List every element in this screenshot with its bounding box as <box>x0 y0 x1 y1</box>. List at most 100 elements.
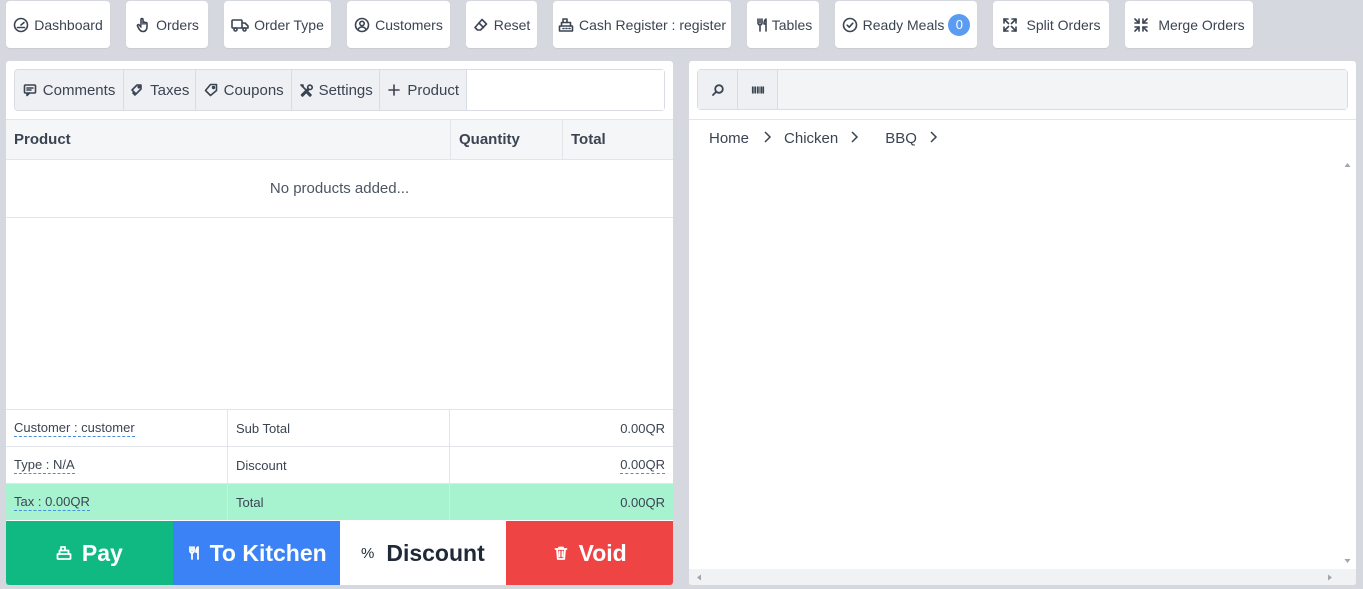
cash-register-label: Cash Register : register <box>578 16 727 33</box>
expand-icon <box>1002 17 1018 33</box>
horizontal-scrollbar[interactable] <box>689 569 1356 585</box>
breadcrumb-chicken[interactable]: Chicken <box>784 130 885 147</box>
to-kitchen-label: To Kitchen <box>209 539 327 566</box>
discount-value[interactable]: 0.00QR <box>620 457 665 474</box>
chevron-right-icon <box>763 130 772 147</box>
check-circle-icon <box>842 17 858 33</box>
catalog-search-input[interactable] <box>778 70 1347 109</box>
tools-icon <box>299 84 313 97</box>
column-total: Total <box>571 131 606 148</box>
breadcrumb: Home Chicken BBQ <box>709 130 938 147</box>
ready-meals-count-badge: 0 <box>948 13 971 36</box>
reset-button[interactable]: Reset <box>466 1 537 48</box>
comment-icon <box>23 84 37 97</box>
coupons-button[interactable]: Coupons <box>196 70 292 110</box>
percent-icon: % <box>361 544 375 562</box>
orders-label: Orders <box>156 16 199 33</box>
order-type-selector[interactable]: Type : N/A <box>14 457 75 474</box>
split-orders-label: Split Orders <box>1026 16 1101 33</box>
void-button[interactable]: Void <box>506 521 673 585</box>
breadcrumb-label: Home <box>709 130 750 147</box>
tax-selector[interactable]: Tax : 0.00QR <box>14 494 90 511</box>
column-product: Product <box>6 120 451 159</box>
user-circle-icon <box>354 17 370 33</box>
pay-label: Pay <box>81 539 123 566</box>
trash-icon <box>554 546 567 560</box>
cash-register-icon <box>56 546 72 560</box>
cart-table-header: Product Quantity Total <box>6 119 673 160</box>
catalog-search-bar <box>697 69 1348 110</box>
search-button[interactable] <box>698 70 738 109</box>
settings-button[interactable]: Settings <box>291 70 381 110</box>
summary-row-total: Tax : 0.00QR Total 0.00QR <box>6 483 673 520</box>
tags-icon <box>131 84 142 96</box>
merge-orders-label: Merge Orders <box>1158 16 1245 33</box>
eraser-icon <box>473 17 489 33</box>
ready-meals-button[interactable]: Ready Meals 0 <box>835 1 977 48</box>
orders-button[interactable]: Orders <box>126 1 208 48</box>
product-code-input[interactable] <box>467 70 664 110</box>
cart-actions: Pay To Kitchen % Discount Void <box>6 521 673 585</box>
add-product-button[interactable]: Product <box>380 70 467 110</box>
cart-toolbar: Comments Taxes Coupons Settings Product <box>14 69 665 111</box>
chevron-right-icon <box>850 130 859 147</box>
reset-label: Reset <box>493 16 531 33</box>
utensils-icon <box>754 17 770 33</box>
taxes-button[interactable]: Taxes <box>124 70 197 110</box>
comments-label: Comments <box>42 81 116 99</box>
discount-label: Discount <box>228 447 450 483</box>
utensils-icon <box>188 546 199 560</box>
vertical-scrollbar[interactable] <box>1343 159 1352 567</box>
breadcrumb-home[interactable]: Home <box>709 130 784 147</box>
customers-button[interactable]: Customers <box>347 1 450 48</box>
coupons-label: Coupons <box>223 81 284 99</box>
catalog-panel: Home Chicken BBQ <box>689 61 1356 585</box>
tables-label: Tables <box>771 16 813 33</box>
settings-label: Settings <box>318 81 373 99</box>
comments-button[interactable]: Comments <box>15 70 125 110</box>
barcode-icon <box>751 85 764 94</box>
scroll-left-icon[interactable] <box>695 573 703 582</box>
plus-icon <box>388 84 401 96</box>
discount-button[interactable]: % Discount <box>339 521 507 585</box>
scroll-down-icon[interactable] <box>1343 557 1352 565</box>
hand-pointer-icon <box>135 17 151 33</box>
catalog-divider <box>689 119 1356 120</box>
summary-row-subtotal: Customer : customer Sub Total 0.00QR <box>6 409 673 446</box>
product-label: Product <box>407 81 460 99</box>
order-type-label: Order Type <box>254 16 324 33</box>
tables-button[interactable]: Tables <box>747 1 819 48</box>
to-kitchen-button[interactable]: To Kitchen <box>172 521 340 585</box>
subtotal-value: 0.00QR <box>620 420 665 436</box>
ready-meals-label: Ready Meals <box>862 16 945 33</box>
order-type-button[interactable]: Order Type <box>224 1 331 48</box>
subtotal-label: Sub Total <box>228 410 450 446</box>
summary-row-discount: Type : N/A Discount 0.00QR <box>6 446 673 483</box>
discount-button-label: Discount <box>386 539 485 566</box>
cash-register-button[interactable]: Cash Register : register <box>553 1 731 48</box>
breadcrumb-label: Chicken <box>784 130 839 147</box>
truck-icon <box>231 17 249 33</box>
total-label: Total <box>228 484 450 520</box>
search-icon <box>711 83 724 96</box>
split-orders-button[interactable]: Split Orders <box>993 1 1109 48</box>
cart-panel: Comments Taxes Coupons Settings Product … <box>6 61 673 585</box>
pay-button[interactable]: Pay <box>6 521 173 585</box>
breadcrumb-label: BBQ <box>885 130 917 147</box>
barcode-button[interactable] <box>738 70 778 109</box>
dashboard-button[interactable]: Dashboard <box>6 1 110 48</box>
cash-register-icon <box>558 17 574 33</box>
breadcrumb-bbq[interactable]: BBQ <box>885 130 938 147</box>
tag-icon <box>204 83 217 97</box>
scroll-up-icon[interactable] <box>1343 161 1352 169</box>
gauge-icon <box>13 17 29 33</box>
taxes-label: Taxes <box>150 81 190 99</box>
merge-orders-button[interactable]: Merge Orders <box>1125 1 1253 48</box>
customer-selector[interactable]: Customer : customer <box>14 420 135 437</box>
dashboard-label: Dashboard <box>34 16 103 33</box>
total-value: 0.00QR <box>620 494 665 510</box>
compress-icon <box>1133 17 1149 33</box>
column-quantity: Quantity <box>451 120 563 159</box>
top-toolbar: Dashboard Orders Order Type Customers Re… <box>0 0 1363 49</box>
scroll-right-icon[interactable] <box>1326 573 1334 582</box>
